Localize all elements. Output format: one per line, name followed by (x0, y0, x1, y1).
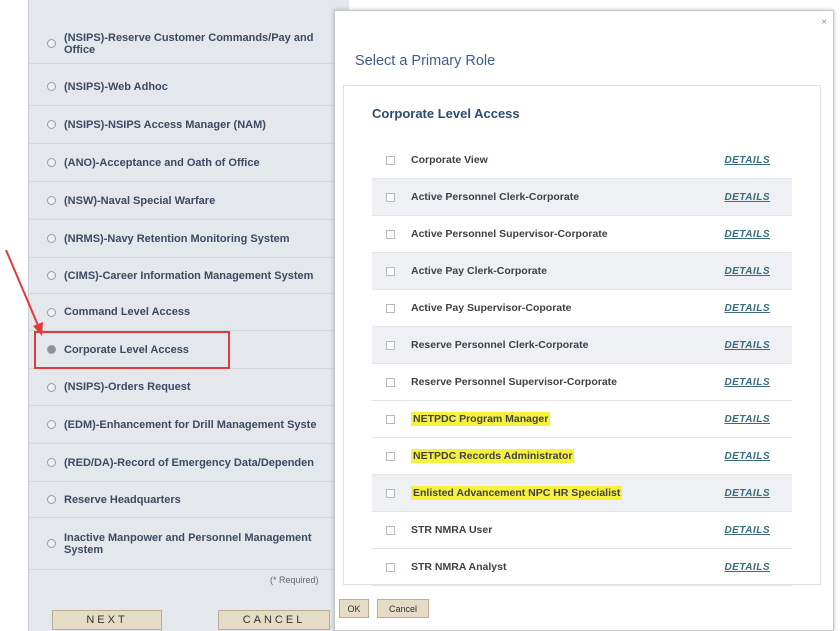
role-name: Reserve Personnel Clerk-Corporate (411, 339, 589, 351)
ok-button[interactable]: OK (339, 599, 369, 618)
role-checkbox[interactable] (386, 303, 395, 313)
access-option-label: (RED/DA)-Record of Emergency Data/Depend… (64, 456, 314, 469)
role-row[interactable]: STR NMRA User DETAILS (372, 512, 792, 549)
radio-button[interactable] (47, 495, 56, 504)
role-name: NETPDC Records Administrator (411, 449, 724, 463)
role-checkbox[interactable] (386, 488, 395, 498)
details-link[interactable]: DETAILS (724, 303, 770, 314)
role-row[interactable]: Active Personnel Clerk-Corporate DETAILS (372, 179, 792, 216)
role-checkbox[interactable] (386, 451, 395, 461)
details-link[interactable]: DETAILS (724, 562, 770, 573)
access-option-row[interactable]: (CIMS)-Career Information Management Sys… (29, 258, 349, 294)
access-option-label: Inactive Manpower and Personnel Manageme… (64, 531, 312, 556)
details-link[interactable]: DETAILS (724, 451, 770, 462)
access-option-row[interactable]: (NSIPS)-NSIPS Access Manager (NAM) (29, 106, 349, 144)
access-option-row[interactable]: Reserve Headquarters (29, 482, 349, 518)
access-option-row[interactable]: (NSIPS)-Reserve Customer Commands/Pay an… (29, 24, 349, 64)
role-row[interactable]: Active Pay Clerk-Corporate DETAILS (372, 253, 792, 290)
access-option-label: (NRMS)-Navy Retention Monitoring System (64, 232, 290, 245)
access-option-row[interactable]: (NSW)-Naval Special Warfare (29, 182, 349, 220)
details-link[interactable]: DETAILS (724, 266, 770, 277)
role-checkbox[interactable] (386, 266, 395, 276)
cancel-button[interactable]: CANCEL (218, 610, 330, 630)
role-checkbox[interactable] (386, 377, 395, 387)
role-checkbox[interactable] (386, 414, 395, 424)
role-row[interactable]: Enlisted Advancement NPC HR Specialist D… (372, 475, 792, 512)
role-name: STR NMRA User (411, 524, 493, 536)
role-checkbox[interactable] (386, 525, 395, 535)
radio-button[interactable] (47, 539, 56, 548)
dialog-cancel-button[interactable]: Cancel (377, 599, 429, 618)
role-row[interactable]: NETPDC Program Manager DETAILS (372, 401, 792, 438)
details-link[interactable]: DETAILS (724, 414, 770, 425)
radio-button[interactable] (47, 458, 56, 467)
details-link[interactable]: DETAILS (724, 488, 770, 499)
access-option-label: Command Level Access (64, 306, 191, 318)
role-row[interactable]: Active Personnel Supervisor-Corporate DE… (372, 216, 792, 253)
annotation-arrow-icon (5, 249, 43, 336)
role-list-card: Corporate Level Access Corporate View DE… (343, 85, 821, 586)
access-option-row[interactable]: (RED/DA)-Record of Emergency Data/Depend… (29, 444, 349, 482)
access-option-row[interactable]: (NSIPS)-Web Adhoc (29, 68, 349, 106)
role-name: Reserve Personnel Supervisor-Corporate (411, 376, 617, 388)
details-link[interactable]: DETAILS (724, 377, 770, 388)
select-primary-role-dialog: × Select a Primary Role Corporate Level … (334, 10, 834, 631)
highlighted-role-name: NETPDC Program Manager (411, 412, 551, 426)
access-option-label: (NSIPS)-Reserve Customer Commands/Pay an… (64, 31, 314, 56)
role-name: Active Pay Supervisor-Coporate (411, 302, 572, 314)
access-option-row[interactable]: (NSIPS)-Orders Request (29, 369, 349, 406)
access-option-row[interactable]: (EDM)-Enhancement for Drill Management S… (29, 406, 349, 444)
role-name: Active Pay Clerk-Corporate (411, 265, 547, 277)
access-option-label: (NSW)-Naval Special Warfare (64, 194, 216, 207)
access-option-row[interactable]: (NRMS)-Navy Retention Monitoring System (29, 220, 349, 258)
details-link[interactable]: DETAILS (724, 192, 770, 203)
access-option-label: Reserve Headquarters (64, 493, 181, 506)
details-link[interactable]: DETAILS (724, 340, 770, 351)
access-option-row[interactable]: (ANO)-Acceptance and Oath of Office (29, 144, 349, 182)
access-option-label: (NSIPS)-NSIPS Access Manager (NAM) (64, 118, 266, 131)
section-header: Corporate Level Access (372, 106, 520, 121)
role-row[interactable]: Reserve Personnel Clerk-Corporate DETAIL… (372, 327, 792, 364)
highlighted-role-name: Enlisted Advancement NPC HR Specialist (411, 486, 623, 500)
next-button[interactable]: NEXT (52, 610, 162, 630)
radio-button[interactable] (47, 420, 56, 429)
dialog-title: Select a Primary Role (355, 53, 496, 69)
details-link[interactable]: DETAILS (724, 155, 770, 166)
role-row[interactable]: Active Pay Supervisor-Coporate DETAILS (372, 290, 792, 327)
details-link[interactable]: DETAILS (724, 229, 770, 240)
role-name: Corporate View (411, 154, 488, 166)
role-name: STR NMRA Analyst (411, 561, 507, 573)
close-icon[interactable]: × (821, 17, 827, 28)
annotation-highlight-box (34, 331, 230, 369)
access-option-label: (EDM)-Enhancement for Drill Management S… (64, 418, 317, 431)
role-name: Active Personnel Supervisor-Corporate (411, 228, 608, 240)
highlighted-role-name: NETPDC Records Administrator (411, 449, 575, 463)
access-option-row[interactable]: Inactive Manpower and Personnel Manageme… (29, 518, 349, 570)
role-row[interactable]: Reserve Personnel Supervisor-Corporate D… (372, 364, 792, 401)
access-option-row[interactable]: Command Level Access (29, 294, 349, 331)
role-row[interactable]: NETPDC Records Administrator DETAILS (372, 438, 792, 475)
role-checkbox[interactable] (386, 562, 395, 572)
access-option-label: (NSIPS)-Orders Request (64, 381, 191, 393)
role-checkbox[interactable] (386, 192, 395, 202)
role-name: NETPDC Program Manager (411, 412, 724, 426)
access-options-panel: (NSIPS)-Reserve Customer Commands/Pay an… (28, 0, 349, 631)
access-option-label: (CIMS)-Career Information Management Sys… (64, 269, 314, 282)
access-option-label: (ANO)-Acceptance and Oath of Office (64, 156, 260, 169)
role-name: Active Personnel Clerk-Corporate (411, 191, 580, 203)
role-checkbox[interactable] (386, 340, 395, 350)
access-option-label: (NSIPS)-Web Adhoc (64, 80, 168, 93)
radio-button[interactable] (47, 382, 56, 392)
role-checkbox[interactable] (386, 229, 395, 239)
role-row[interactable]: Corporate View DETAILS (372, 142, 792, 179)
details-link[interactable]: DETAILS (724, 525, 770, 536)
role-name: Enlisted Advancement NPC HR Specialist (411, 486, 724, 500)
required-note: (* Required) (270, 575, 319, 585)
role-row[interactable]: STR NMRA Analyst DETAILS (372, 549, 792, 586)
role-checkbox[interactable] (386, 155, 395, 165)
